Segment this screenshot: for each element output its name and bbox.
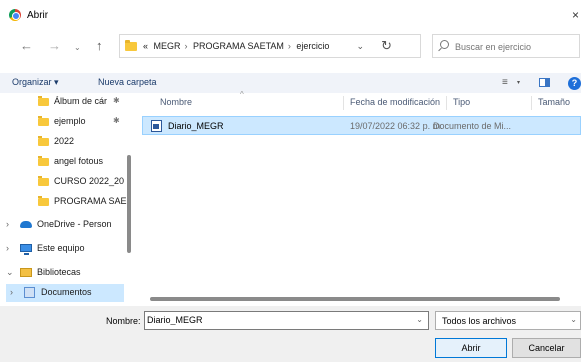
- file-type: Documento de Mi...: [433, 121, 512, 131]
- window-title: Abrir: [27, 10, 49, 21]
- expand-chevron-icon[interactable]: ›: [6, 219, 9, 229]
- file-row[interactable]: Diario_MEGR 19/07/2022 06:32 p. m. Docum…: [142, 116, 581, 135]
- expand-chevron-icon[interactable]: ›: [6, 243, 9, 253]
- view-options-icon[interactable]: ≡: [502, 77, 508, 88]
- help-icon[interactable]: ?: [568, 77, 581, 90]
- sidebar-item-label: 2022: [54, 136, 75, 146]
- sidebar-item-label: Este equipo: [37, 243, 85, 253]
- libraries-icon: [20, 268, 32, 277]
- sidebar-item-programa[interactable]: PROGRAMA SAE: [0, 193, 133, 211]
- refresh-icon[interactable]: ↻: [381, 38, 392, 54]
- breadcrumb-separator[interactable]: ›: [185, 41, 188, 51]
- sidebar-item-label: PROGRAMA SAE: [54, 196, 127, 206]
- sidebar-item-documentos[interactable]: › Documentos: [6, 284, 124, 302]
- breadcrumb-ejercicio[interactable]: ejercicio: [296, 41, 329, 51]
- file-type-filter-value: Todos los archivos: [442, 316, 517, 326]
- sidebar-item-label: Bibliotecas: [37, 267, 81, 277]
- sidebar-item-label: Álbum de cár: [54, 96, 108, 106]
- breadcrumb-programa-saetam[interactable]: PROGRAMA SAETAM: [193, 41, 284, 51]
- column-header-type[interactable]: Tipo: [446, 96, 470, 110]
- search-box: [432, 34, 580, 58]
- sidebar-item-label: angel fotous: [54, 156, 104, 166]
- computer-icon: [20, 244, 32, 255]
- sidebar-item-label: OneDrive - Person: [37, 219, 112, 229]
- filename-dropdown-chevron-icon[interactable]: ⌄: [416, 315, 423, 324]
- sidebar-item-bibliotecas[interactable]: ⌄ Bibliotecas: [0, 264, 133, 282]
- title-bar: Abrir ×: [0, 4, 581, 28]
- breadcrumb-overflow[interactable]: «: [143, 41, 148, 51]
- navigation-row: ← → ⌄ ↑ « MEGR › PROGRAMA SAETAM › ejercic…: [0, 34, 581, 60]
- expand-chevron-icon[interactable]: ›: [10, 287, 13, 297]
- cancel-button[interactable]: Cancelar: [512, 338, 581, 358]
- view-dropdown-icon[interactable]: ▾: [517, 79, 520, 86]
- sort-ascending-icon: ^: [240, 90, 244, 99]
- sidebar-item-este-equipo[interactable]: › Este equipo: [0, 240, 133, 258]
- forward-arrow-icon[interactable]: →: [48, 39, 61, 53]
- filename-label: Nombre:: [106, 316, 141, 326]
- documents-icon: [24, 287, 35, 298]
- folder-icon: [38, 116, 49, 126]
- folder-icon: [38, 96, 49, 106]
- column-header-row: ^ Nombre Fecha de modificación Tipo Tama…: [140, 90, 581, 113]
- address-dropdown-chevron-icon[interactable]: ⌄: [356, 41, 364, 52]
- sidebar-item-label: Documentos: [41, 287, 92, 297]
- collapse-chevron-icon[interactable]: ⌄: [6, 267, 14, 278]
- file-type-filter[interactable]: Todos los archivos ⌄: [435, 311, 581, 330]
- sidebar-item-album[interactable]: Álbum de cár ✱: [0, 93, 133, 111]
- new-folder-button[interactable]: Nueva carpeta: [98, 77, 157, 87]
- file-date: 19/07/2022 06:32 p. m.: [350, 121, 443, 131]
- sidebar-item-curso[interactable]: CURSO 2022_20: [0, 173, 133, 191]
- folder-icon: [125, 40, 137, 51]
- up-arrow-icon[interactable]: ↑: [96, 39, 103, 53]
- column-header-name[interactable]: Nombre: [160, 97, 192, 107]
- folder-icon: [38, 156, 49, 166]
- sidebar-item-2022[interactable]: 2022: [0, 133, 133, 151]
- chrome-icon: [9, 9, 21, 21]
- folder-icon: [38, 136, 49, 146]
- filename-combobox: ⌄: [144, 311, 429, 330]
- column-header-size[interactable]: Tamaño: [531, 96, 570, 110]
- folder-icon: [38, 196, 49, 206]
- dialog-footer: Nombre: ⌄ Todos los archivos ⌄ Abrir Can…: [0, 306, 581, 362]
- breadcrumb-megr[interactable]: MEGR: [154, 41, 181, 51]
- horizontal-scrollbar[interactable]: [150, 297, 560, 301]
- breadcrumb-separator[interactable]: ›: [288, 41, 291, 51]
- filter-dropdown-chevron-icon[interactable]: ⌄: [570, 315, 577, 324]
- folder-icon: [38, 176, 49, 186]
- organize-button[interactable]: Organizar ▾: [12, 77, 59, 88]
- recent-locations-chevron-icon[interactable]: ⌄: [74, 41, 81, 55]
- filename-input[interactable]: [147, 315, 407, 325]
- sidebar-item-onedrive[interactable]: › OneDrive - Person: [0, 216, 133, 234]
- command-bar: Organizar ▾ Nueva carpeta ≡ ▾ ?: [0, 73, 581, 93]
- search-icon: [440, 40, 449, 49]
- sidebar-item-label: ejemplo: [54, 116, 86, 126]
- navigation-pane: Álbum de cár ✱ ejemplo ✱ 2022 angel foto…: [0, 93, 133, 306]
- sidebar-item-angel-fotous[interactable]: angel fotous: [0, 153, 133, 171]
- search-input[interactable]: [455, 39, 575, 54]
- onedrive-cloud-icon: [20, 221, 32, 228]
- sidebar-item-ejemplo[interactable]: ejemplo ✱: [0, 113, 133, 131]
- back-arrow-icon[interactable]: ←: [20, 39, 33, 53]
- preview-pane-icon[interactable]: [539, 78, 550, 87]
- pin-icon: ✱: [113, 116, 120, 125]
- sidebar-item-label: CURSO 2022_20: [54, 176, 125, 186]
- file-name: Diario_MEGR: [168, 121, 224, 131]
- column-header-date[interactable]: Fecha de modificación: [343, 96, 440, 110]
- open-file-dialog: Abrir × ← → ⌄ ↑ « MEGR › PROGRAMA SAETAM ›…: [0, 0, 581, 362]
- open-button[interactable]: Abrir: [435, 338, 507, 358]
- close-icon[interactable]: ×: [572, 8, 579, 22]
- breadcrumb: « MEGR › PROGRAMA SAETAM › ejercicio: [143, 41, 332, 51]
- address-bar[interactable]: « MEGR › PROGRAMA SAETAM › ejercicio ⌄ ↻: [119, 34, 421, 58]
- navigation-pane-scrollbar[interactable]: [127, 155, 131, 253]
- word-document-icon: [151, 120, 162, 132]
- pin-icon: ✱: [113, 96, 120, 105]
